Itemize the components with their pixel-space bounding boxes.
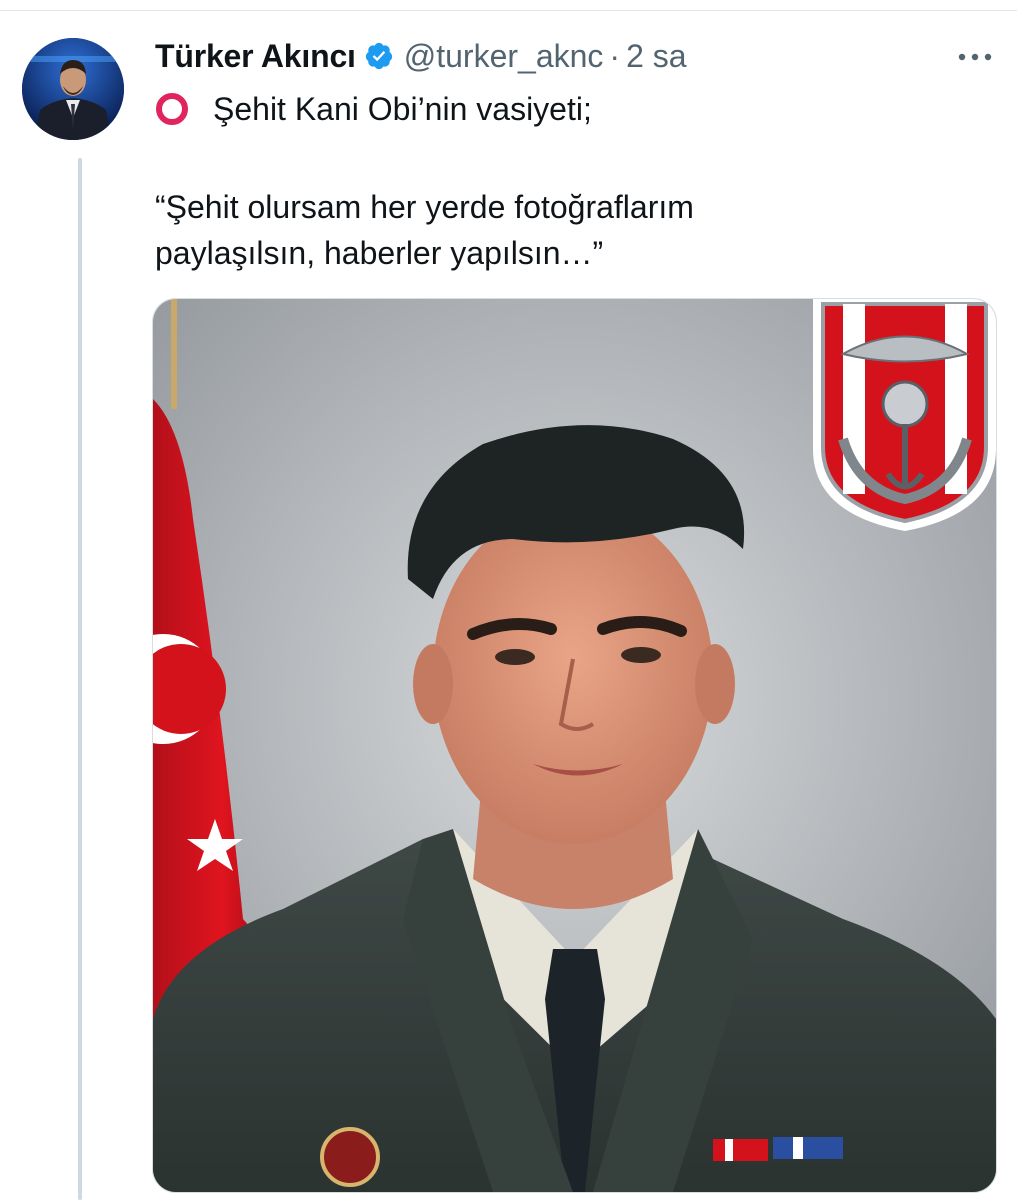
- tweet-photo[interactable]: [152, 298, 997, 1193]
- tweet-text-intro: Şehit Kani Obi’nin vasiyeti;: [213, 90, 592, 127]
- top-divider: [0, 10, 1017, 11]
- tweet-text-line1: Şehit Kani Obi’nin vasiyeti;: [155, 86, 592, 132]
- red-hollow-circle-icon: [156, 93, 188, 125]
- tweet-timestamp[interactable]: 2 sa: [626, 38, 686, 75]
- author-avatar[interactable]: [22, 38, 124, 140]
- tweet-quote-line1: “Şehit olursam her yerde fotoğraflarım: [155, 189, 694, 225]
- verified-badge-icon: [364, 41, 394, 71]
- author-display-name[interactable]: Türker Akıncı: [155, 38, 356, 75]
- separator-dot: ·: [609, 37, 621, 74]
- tweet-header: Türker Akıncı @turker_aknc · 2 sa: [155, 34, 687, 78]
- thread-connector-line: [78, 158, 82, 1200]
- author-handle[interactable]: @turker_aknc: [404, 38, 604, 75]
- tweet-quote-line2: paylaşılsın, haberler yapılsın…”: [155, 235, 604, 271]
- more-options-icon[interactable]: [950, 40, 1000, 74]
- tweet-quote: “Şehit olursam her yerde fotoğraflarım p…: [155, 184, 955, 276]
